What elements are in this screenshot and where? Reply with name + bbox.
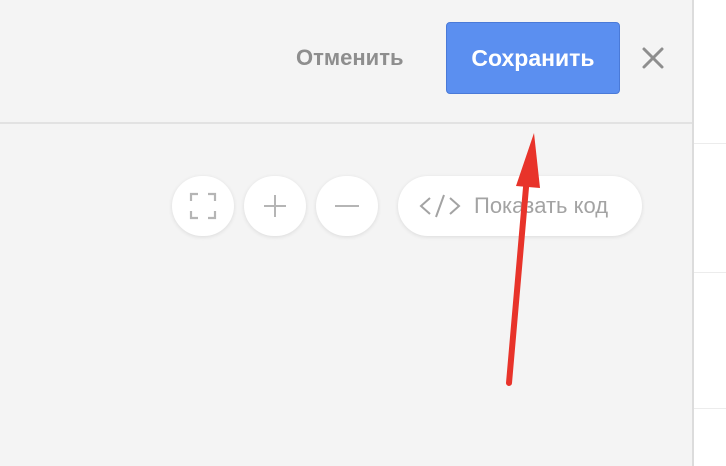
side-panel-edge	[692, 0, 726, 466]
cancel-button[interactable]: Отменить	[296, 40, 404, 76]
close-icon[interactable]	[640, 45, 666, 71]
zoom-in-button[interactable]	[244, 176, 306, 236]
zoom-out-button[interactable]	[316, 176, 378, 236]
save-button[interactable]: Сохранить	[446, 22, 620, 94]
show-code-button[interactable]: Показать код	[398, 176, 642, 236]
minus-icon	[335, 205, 359, 207]
divider-line	[694, 272, 726, 273]
fullscreen-icon	[189, 192, 217, 220]
header-divider	[0, 122, 692, 124]
divider-line	[694, 408, 726, 409]
plus-icon	[264, 195, 286, 217]
divider-line	[694, 143, 726, 144]
show-code-label: Показать код	[474, 193, 609, 218]
code-icon	[419, 194, 461, 218]
fullscreen-button[interactable]	[172, 176, 234, 236]
editor-panel: Отменить Сохранить Показать код	[0, 0, 692, 466]
